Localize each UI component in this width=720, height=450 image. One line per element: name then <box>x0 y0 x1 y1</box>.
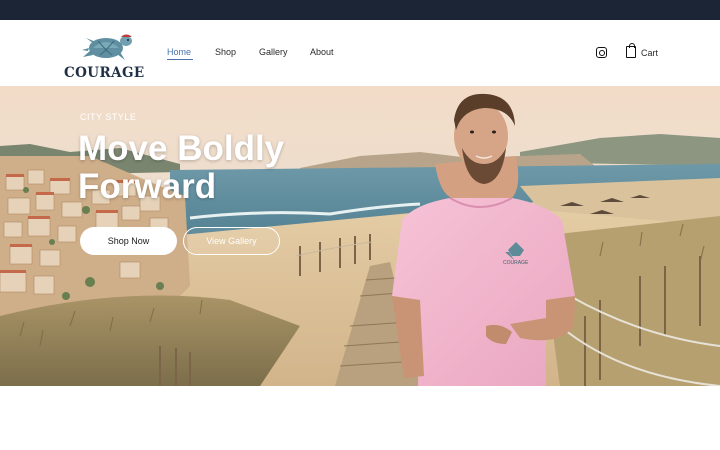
nav-shop[interactable]: Shop <box>215 47 236 57</box>
nav-gallery[interactable]: Gallery <box>259 47 288 57</box>
nav-home[interactable]: Home <box>167 47 191 57</box>
shirt-print-text: COURAGE <box>503 260 529 266</box>
brand-logo[interactable]: COURAGE <box>62 28 152 81</box>
hero-headline-line-2: Forward <box>78 167 217 206</box>
instagram-icon[interactable] <box>596 47 607 58</box>
nav-about[interactable]: About <box>310 47 334 57</box>
cart-link[interactable]: Cart <box>641 48 658 58</box>
shop-now-button[interactable]: Shop Now <box>80 227 177 255</box>
hero-headline: Move Boldly Forward <box>78 130 284 206</box>
site-header: COURAGE Home Shop Gallery About Cart <box>0 20 720 86</box>
shopping-bag-icon[interactable] <box>626 43 636 58</box>
brand-wordmark: COURAGE <box>64 65 145 81</box>
hero-headline-line-1: Move Boldly <box>78 129 285 168</box>
top-announcement-bar <box>0 0 720 20</box>
nav-active-underline <box>167 59 193 60</box>
sea-turtle-logo-icon <box>82 34 132 60</box>
view-gallery-button[interactable]: View Gallery <box>183 227 280 255</box>
hero-eyebrow: CITY STYLE <box>80 112 137 122</box>
